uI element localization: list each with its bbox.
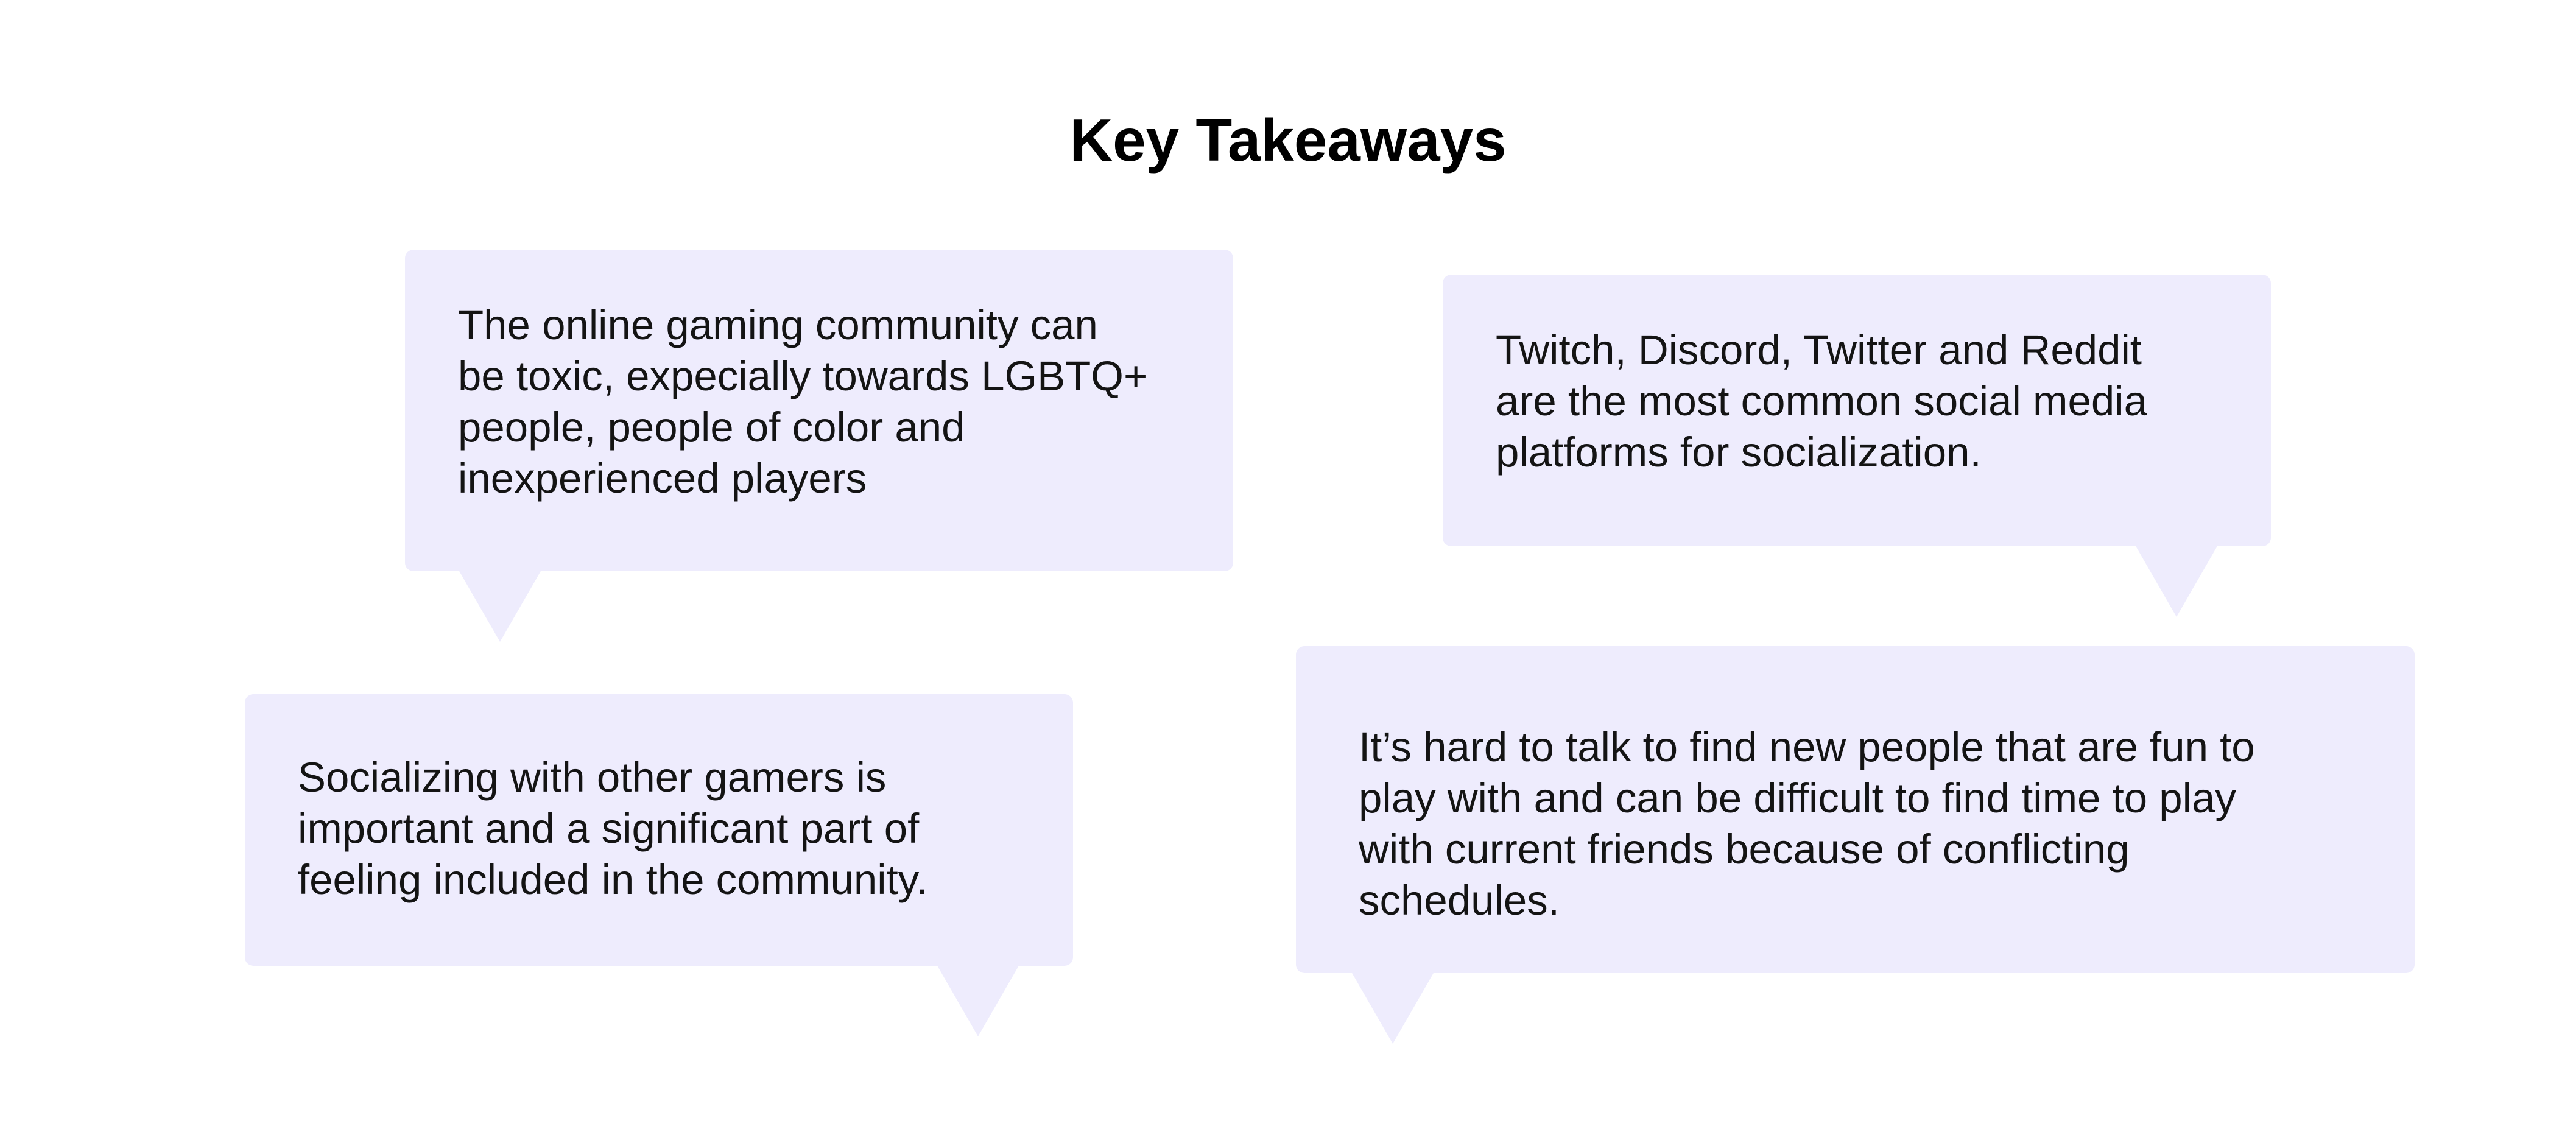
takeaway-line: Twitch, Discord, Twitter and Reddit — [1496, 326, 2142, 373]
takeaway-text-toxic-community: The online gaming community can be toxic… — [458, 300, 1148, 504]
takeaway-line: It’s hard to talk to find new people tha… — [1359, 723, 2255, 770]
takeaway-bubble-finding-people: It’s hard to talk to find new people tha… — [1296, 646, 2415, 973]
takeaway-bubble-socializing: Socializing with other gamers is importa… — [245, 694, 1073, 966]
takeaway-line: feeling included in the community. — [298, 856, 928, 903]
takeaway-text-finding-people: It’s hard to talk to find new people tha… — [1359, 722, 2255, 926]
takeaway-text-socializing: Socializing with other gamers is importa… — [298, 752, 927, 906]
bubble-tail-socializing — [937, 960, 1019, 1036]
bubble-tail-toxic-community — [459, 565, 541, 642]
takeaway-line: schedules. — [1359, 877, 1560, 924]
takeaway-line: with current friends because of conflict… — [1359, 826, 2130, 873]
takeaway-line: people, people of color and — [458, 404, 965, 451]
takeaway-line: The online gaming community can — [458, 301, 1098, 348]
takeaway-line: Socializing with other gamers is — [298, 754, 887, 801]
takeaway-line: be toxic, expecially towards LGBTQ+ — [458, 353, 1149, 399]
takeaway-text-social-platforms: Twitch, Discord, Twitter and Reddit are … — [1496, 325, 2147, 478]
bubble-tail-finding-people — [1351, 967, 1434, 1044]
takeaway-line: platforms for socialization. — [1496, 429, 1982, 476]
takeaway-line: important and a significant part of — [298, 805, 920, 852]
takeaway-bubble-social-platforms: Twitch, Discord, Twitter and Reddit are … — [1443, 275, 2271, 546]
takeaway-line: inexperienced players — [458, 455, 867, 502]
key-takeaways-title: Key Takeaways — [1069, 107, 1507, 174]
takeaway-line: play with and can be difficult to find t… — [1359, 775, 2236, 821]
takeaway-bubble-toxic-community: The online gaming community can be toxic… — [405, 250, 1233, 571]
takeaway-line: are the most common social media — [1496, 378, 2147, 424]
bubble-tail-social-platforms — [2135, 540, 2218, 617]
